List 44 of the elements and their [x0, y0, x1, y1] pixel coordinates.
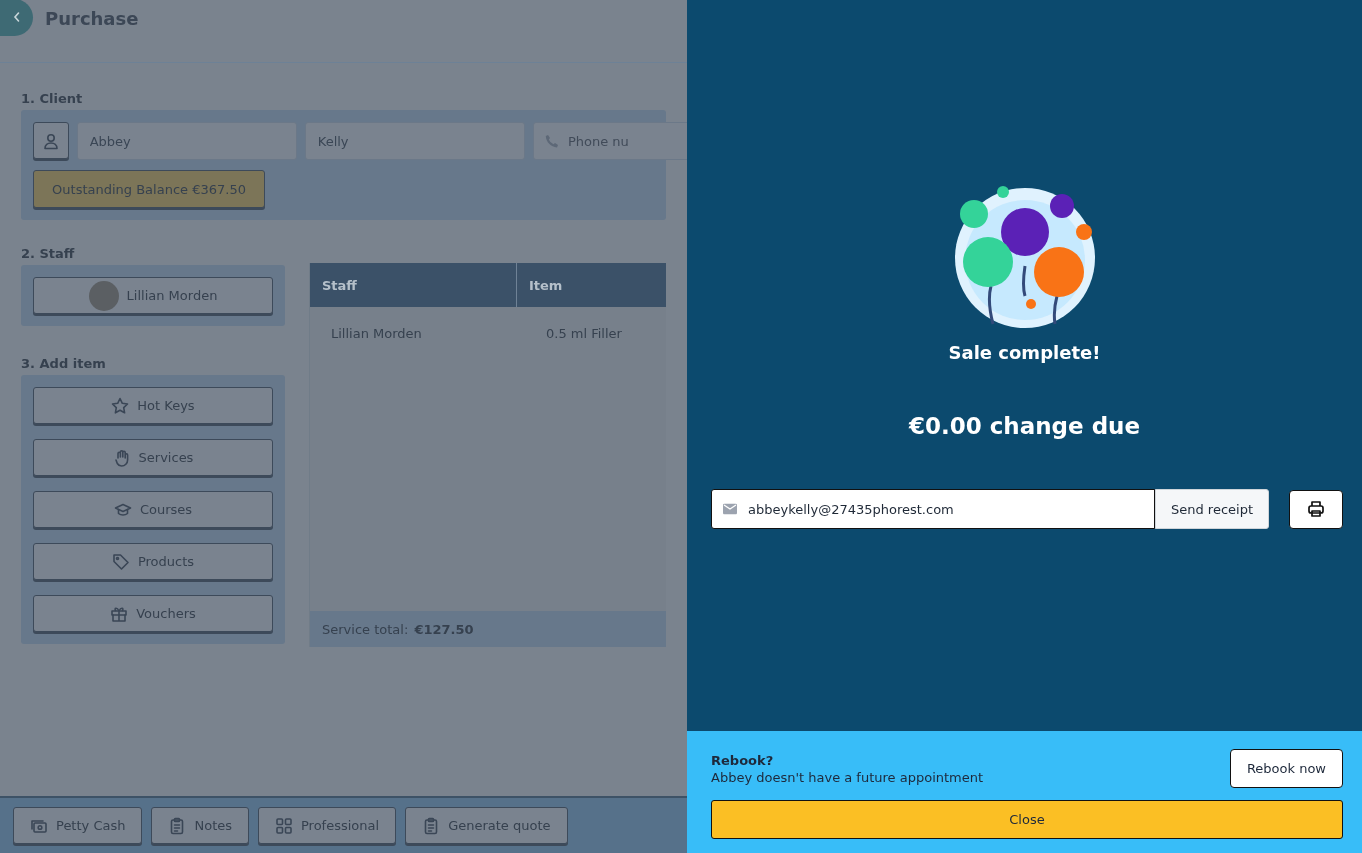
add-item-button[interactable]: Vouchers: [33, 595, 273, 632]
tag-icon: [111, 552, 130, 571]
section-label: 1. Client: [21, 91, 84, 106]
send-receipt-button[interactable]: Send receipt: [1154, 489, 1269, 529]
footer-button[interactable]: Petty Cash: [13, 807, 143, 844]
chevron-left-icon: [11, 11, 22, 23]
section-label: 3. Add item: [21, 356, 107, 371]
add-item-button[interactable]: Hot Keys: [33, 387, 273, 424]
avatar: [88, 280, 119, 311]
hand-icon: [112, 448, 131, 467]
add-item-button[interactable]: Products: [33, 543, 273, 580]
outstanding-balance-button[interactable]: Outstanding Balance €367.50: [33, 170, 265, 208]
last-name-field[interactable]: Kelly: [304, 122, 525, 160]
footer-button[interactable]: Professional: [258, 807, 397, 844]
section-label: 2. Staff: [21, 246, 76, 261]
print-button[interactable]: [1289, 489, 1343, 529]
rebook-now-button[interactable]: Rebook now: [1229, 749, 1343, 788]
phone-icon: [544, 134, 559, 148]
close-button[interactable]: Close: [711, 800, 1343, 839]
staff-button[interactable]: Lillian Morden: [33, 277, 273, 314]
client-profile-button[interactable]: [33, 122, 69, 159]
footer-button[interactable]: Notes: [151, 807, 249, 844]
column-header: Item: [528, 276, 563, 295]
envelope-icon: [723, 503, 737, 515]
star-icon: [111, 396, 130, 415]
phone-field[interactable]: Phone nu: [532, 122, 687, 160]
add-item-button[interactable]: Services: [33, 439, 273, 476]
column-header: Staff: [310, 263, 517, 307]
table-cell-text: 0.5 ml Filler: [545, 325, 622, 341]
change-due-text: €0.00 change due: [908, 413, 1141, 439]
table-cell-text: Lillian Morden: [330, 325, 423, 341]
first-name-field[interactable]: Abbey: [76, 122, 297, 160]
rebook-message: Abbey doesn't have a future appointment: [711, 769, 984, 785]
service-total: Service total: €127.50: [310, 611, 666, 647]
add-item-button[interactable]: Courses: [33, 491, 273, 528]
rebook-title: Rebook?: [711, 752, 775, 768]
person-icon: [41, 131, 60, 150]
grid-icon: [275, 816, 293, 835]
sale-complete-heading: Sale complete!: [948, 342, 1101, 363]
email-field[interactable]: abbeykelly@27435phorest.com: [711, 489, 1155, 529]
page-title: Purchase: [45, 7, 139, 29]
footer-button[interactable]: Generate quote: [405, 807, 568, 844]
back-button[interactable]: [0, 0, 33, 36]
printer-icon: [1307, 500, 1325, 518]
